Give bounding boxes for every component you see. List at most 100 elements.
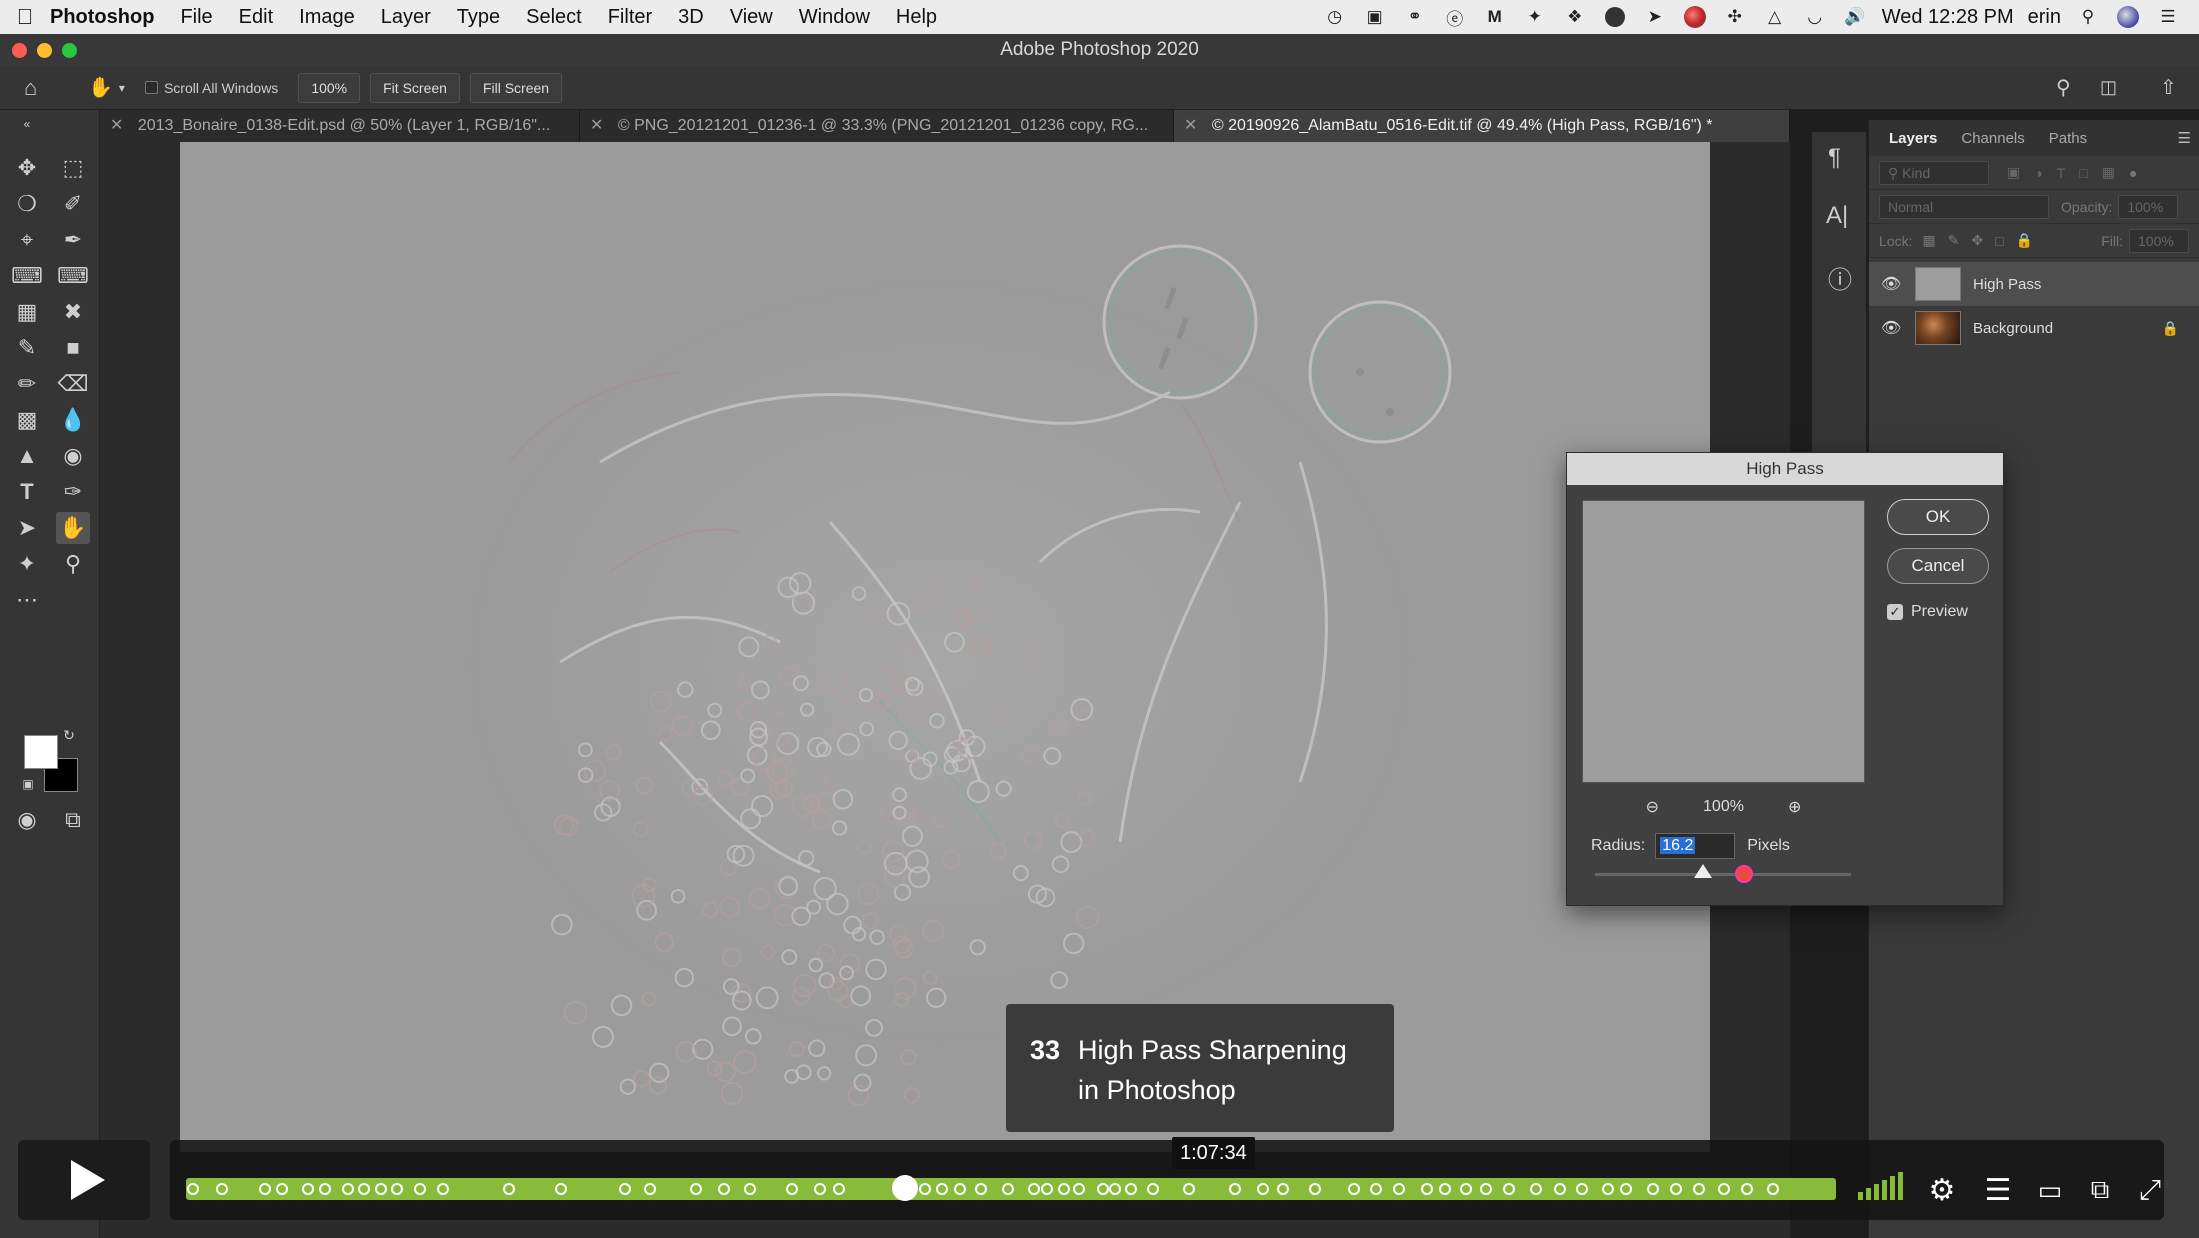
chapter-marker[interactable] — [919, 1183, 932, 1195]
move-tool-icon[interactable]: ✥ — [10, 152, 44, 184]
chapter-marker[interactable] — [689, 1183, 702, 1195]
chapter-marker[interactable] — [216, 1183, 229, 1195]
siri-icon[interactable] — [2115, 6, 2141, 28]
minimize-window-button[interactable] — [37, 43, 52, 58]
menubar-clock[interactable]: Wed 12:28 PM — [1882, 6, 2014, 29]
foreground-color-swatch[interactable] — [24, 735, 58, 769]
lock-all-icon[interactable]: 🔒 — [2016, 232, 2033, 249]
chapter-marker[interactable] — [1041, 1183, 1054, 1195]
sparkle-icon[interactable]: ✦ — [1522, 6, 1548, 28]
pixel-filter-icon[interactable]: ▣ — [2007, 164, 2020, 181]
tab-document-1[interactable]: ✕ 2013_Bonaire_0138-Edit.psd @ 50% (Laye… — [100, 110, 580, 142]
chapter-marker[interactable] — [935, 1183, 948, 1195]
chapter-marker[interactable] — [1369, 1183, 1382, 1195]
chapter-marker[interactable] — [833, 1183, 846, 1195]
chapter-marker[interactable] — [813, 1183, 826, 1195]
fullscreen-icon[interactable]: ⤢ — [2130, 1170, 2170, 1210]
chapter-marker[interactable] — [1308, 1183, 1321, 1195]
menubar-user[interactable]: erin — [2028, 6, 2061, 29]
close-window-button[interactable] — [12, 43, 27, 58]
scroll-all-windows-checkbox[interactable]: Scroll All Windows — [144, 80, 278, 96]
chapter-marker[interactable] — [1277, 1183, 1290, 1195]
record-icon[interactable] — [1682, 6, 1708, 28]
visibility-eye-icon[interactable]: 👁 — [1881, 318, 1901, 338]
chapters-list-icon[interactable]: ☰ — [1976, 1170, 2020, 1210]
cancel-button[interactable]: Cancel — [1887, 548, 1989, 584]
chapter-marker[interactable] — [1717, 1183, 1730, 1195]
paragraph-panel-icon[interactable]: ¶ — [1828, 144, 1841, 172]
zoom-out-icon[interactable]: ⊖ — [1646, 797, 1659, 817]
chapter-marker[interactable] — [275, 1183, 288, 1195]
collapse-toolbar-icon[interactable]: « — [10, 117, 44, 131]
menu-layer[interactable]: Layer — [381, 6, 431, 29]
marquee-tool-icon[interactable]: ⬚ — [56, 152, 90, 184]
chapter-marker[interactable] — [1529, 1183, 1542, 1195]
lasso-tool-icon[interactable]: ❍ — [10, 188, 44, 220]
chapter-marker[interactable] — [1392, 1183, 1405, 1195]
chapter-marker[interactable] — [1767, 1183, 1780, 1195]
menu-filter[interactable]: Filter — [608, 6, 652, 29]
zoom-100-button[interactable]: 100% — [298, 72, 361, 103]
chapter-marker[interactable] — [953, 1183, 966, 1195]
chapter-marker[interactable] — [975, 1183, 988, 1195]
screen-mode-icon[interactable]: ⧉ — [56, 804, 90, 836]
menu-type[interactable]: Type — [457, 6, 500, 29]
crop-tool-icon[interactable]: ⌖ — [10, 224, 44, 256]
chapter-marker[interactable] — [1348, 1183, 1361, 1195]
hand-tool-icon[interactable]: ✋ — [88, 75, 113, 100]
fill-input[interactable]: 100% — [2129, 228, 2189, 253]
picture-in-picture-icon[interactable]: ⧉ — [2080, 1170, 2120, 1210]
pen-tool-icon[interactable]: ✑ — [56, 476, 90, 508]
chapter-marker[interactable] — [358, 1183, 371, 1195]
quick-mask-icon[interactable]: ◉ — [10, 804, 44, 836]
adjustment-filter-icon[interactable]: ◑ — [2034, 165, 2042, 181]
brush-tool-icon[interactable]: ✎ — [10, 332, 44, 364]
swap-colors-icon[interactable]: ↻ — [60, 726, 78, 744]
spotlight-search-icon[interactable]: ⚲ — [2075, 6, 2101, 28]
chapter-marker[interactable] — [744, 1183, 757, 1195]
ok-button[interactable]: OK — [1887, 499, 1989, 535]
chapter-marker[interactable] — [643, 1183, 656, 1195]
notification-center-icon[interactable]: ☰ — [2155, 6, 2181, 28]
chapter-marker[interactable] — [391, 1183, 404, 1195]
menu-view[interactable]: View — [730, 6, 773, 29]
menu-window[interactable]: Window — [799, 6, 870, 29]
progress-track[interactable] — [186, 1175, 1836, 1201]
tab-layers[interactable]: Layers — [1877, 130, 1949, 147]
path-selection-tool-icon[interactable]: ➤ — [10, 512, 44, 544]
play-button[interactable] — [18, 1140, 150, 1220]
blend-mode-select[interactable]: Normal — [1879, 194, 2049, 219]
layer-row-high-pass[interactable]: 👁 High Pass — [1869, 262, 2199, 306]
character-panel-icon[interactable]: A| — [1826, 202, 1848, 230]
chapter-marker[interactable] — [374, 1183, 387, 1195]
type-tool-icon[interactable]: T — [10, 476, 44, 508]
playhead-handle[interactable] — [892, 1175, 919, 1201]
healing-brush-tool-icon[interactable]: ⌨ — [10, 260, 44, 292]
chapter-marker[interactable] — [1420, 1183, 1433, 1195]
chapter-marker[interactable] — [1646, 1183, 1659, 1195]
bluetooth-icon[interactable]: ✣ — [1722, 6, 1748, 28]
chapter-marker[interactable] — [1602, 1183, 1615, 1195]
history-brush-tool-icon[interactable]: ✏ — [10, 368, 44, 400]
chapter-marker[interactable] — [259, 1183, 272, 1195]
lock-position-icon[interactable]: ✥ — [1971, 232, 1983, 249]
clone-stamp-tool-icon[interactable]: ■ — [56, 332, 90, 364]
frame-tool-icon[interactable]: ▦ — [10, 296, 44, 328]
visibility-eye-icon[interactable]: 👁 — [1881, 274, 1901, 294]
chapter-marker[interactable] — [1183, 1183, 1196, 1195]
tab-document-3[interactable]: ✕ © 20190926_AlamBatu_0516-Edit.tif @ 49… — [1174, 110, 1790, 142]
chapter-marker[interactable] — [1072, 1183, 1085, 1195]
chapter-marker[interactable] — [1057, 1183, 1070, 1195]
opacity-input[interactable]: 100% — [2118, 194, 2179, 219]
preview-checkbox[interactable]: ✓ Preview — [1887, 603, 1968, 621]
eraser-tool-icon[interactable]: ⌫ — [56, 368, 90, 400]
default-colors-icon[interactable]: ▣ — [20, 776, 36, 792]
screen-icon[interactable]: ▣ — [1362, 6, 1388, 28]
close-tab-icon[interactable]: ✕ — [590, 117, 603, 134]
eyedropper-tool-icon[interactable]: ✒ — [56, 224, 90, 256]
chapter-marker[interactable] — [186, 1183, 199, 1195]
dodge-tool-icon[interactable]: ▲ — [10, 440, 44, 472]
tab-document-2[interactable]: ✕ © PNG_20121201_01236-1 @ 33.3% (PNG_20… — [580, 110, 1174, 142]
lock-image-icon[interactable]: ✎ — [1948, 232, 1960, 249]
chapter-marker[interactable] — [1480, 1183, 1493, 1195]
